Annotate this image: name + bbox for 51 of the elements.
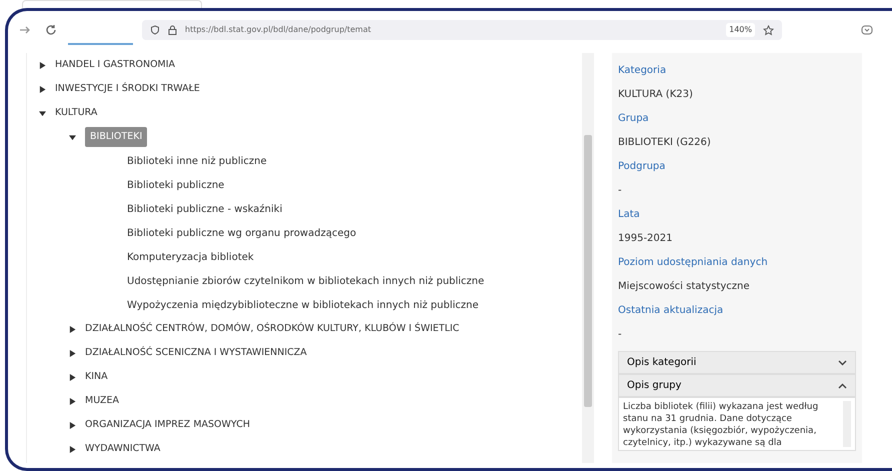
- scrollbar[interactable]: [582, 53, 594, 463]
- expand-triangle-icon[interactable]: [69, 398, 76, 404]
- field-label: Podgrupa: [618, 160, 666, 174]
- description-text: Liczba bibliotek (filii) wykazana jest według stanu na 31 grudnia. Dane dotyczące wykorzystania (księgozbiór, wypożyczenia, czytelnicy, itp.) wykazywane są dla: [623, 401, 820, 447]
- collapse-triangle-icon[interactable]: [39, 110, 46, 116]
- tree-leaf[interactable]: Biblioteki inne niż publiczne: [127, 154, 267, 168]
- field-value: -: [618, 328, 623, 342]
- tree-node[interactable]: KINA: [85, 370, 108, 384]
- expand-triangle-icon[interactable]: [69, 326, 76, 332]
- tree-node[interactable]: MUZEA: [85, 394, 119, 408]
- field-value: BIBLIOTEKI (G226): [618, 136, 712, 150]
- tree-node[interactable]: DZIAŁALNOŚĆ CENTRÓW, DOMÓW, OŚRODKÓW KULTURY, KLUBÓW I ŚWIETLIC: [85, 322, 460, 336]
- address-bar[interactable]: https://bdl.stat.gov.pl/bdl/dane/podgrup/temat 140%: [142, 20, 782, 40]
- expand-triangle-icon[interactable]: [69, 446, 76, 452]
- tree-node[interactable]: INWESTYCJE I ŚRODKI TRWAŁE: [55, 82, 200, 96]
- expand-triangle-icon[interactable]: [39, 86, 46, 92]
- expand-triangle-icon[interactable]: [39, 62, 46, 68]
- expand-triangle-icon[interactable]: [69, 422, 76, 428]
- chevron-icon: [838, 382, 847, 388]
- tree-leaf[interactable]: Biblioteki publiczne: [127, 178, 224, 192]
- field-label: Poziom udostępniania danych: [618, 256, 769, 270]
- lock-icon[interactable]: [168, 25, 177, 35]
- tree-leaf[interactable]: Komputeryzacja bibliotek: [127, 250, 254, 264]
- field-value: Miejscowości statystyczne: [618, 280, 751, 294]
- zoom-level[interactable]: 140%: [726, 23, 755, 37]
- chevron-icon: [838, 360, 847, 366]
- tree-leaf[interactable]: Udostępnianie zbiorów czytelnikom w bibliotekach innych niż publiczne: [127, 274, 484, 288]
- accordion-header[interactable]: Opis grupy: [618, 374, 856, 397]
- tree-leaf[interactable]: Wypożyczenia międzybiblioteczne w bibliotekach innych niż publiczne: [127, 298, 479, 312]
- tree-node[interactable]: KULTURA: [55, 106, 98, 120]
- reload-icon[interactable]: [44, 23, 58, 37]
- tree-node[interactable]: ORGANIZACJA IMPREZ MASOWYCH: [85, 418, 250, 432]
- tree-node[interactable]: HANDEL I GASTRONOMIA: [55, 58, 176, 72]
- field-label: Kategoria: [618, 64, 668, 78]
- field-value: -: [618, 184, 623, 198]
- field-label: Grupa: [618, 112, 650, 126]
- collapse-triangle-icon[interactable]: [69, 134, 76, 140]
- expand-triangle-icon[interactable]: [69, 374, 76, 380]
- tree-leaf[interactable]: Biblioteki publiczne - wskaźniki: [127, 202, 282, 216]
- tree-node[interactable]: WYDAWNICTWA: [85, 442, 160, 456]
- tree-node[interactable]: DZIAŁALNOŚĆ SCENICZNA I WYSTAWIENNICZA: [85, 346, 307, 360]
- field-label: Ostatnia aktualizacja: [618, 304, 724, 318]
- field-label: Lata: [618, 208, 641, 222]
- tree-leaf[interactable]: Biblioteki publiczne wg organu prowadzącego: [127, 226, 356, 240]
- url-text: https://bdl.stat.gov.pl/bdl/dane/podgrup/temat: [185, 24, 372, 36]
- accordion-header[interactable]: Opis kategorii: [618, 351, 856, 374]
- star-icon[interactable]: [763, 24, 774, 36]
- expand-triangle-icon[interactable]: [69, 350, 76, 356]
- shield-icon[interactable]: [150, 25, 160, 35]
- field-value: 1995-2021: [618, 232, 674, 246]
- field-value: KULTURA (K23): [618, 88, 694, 102]
